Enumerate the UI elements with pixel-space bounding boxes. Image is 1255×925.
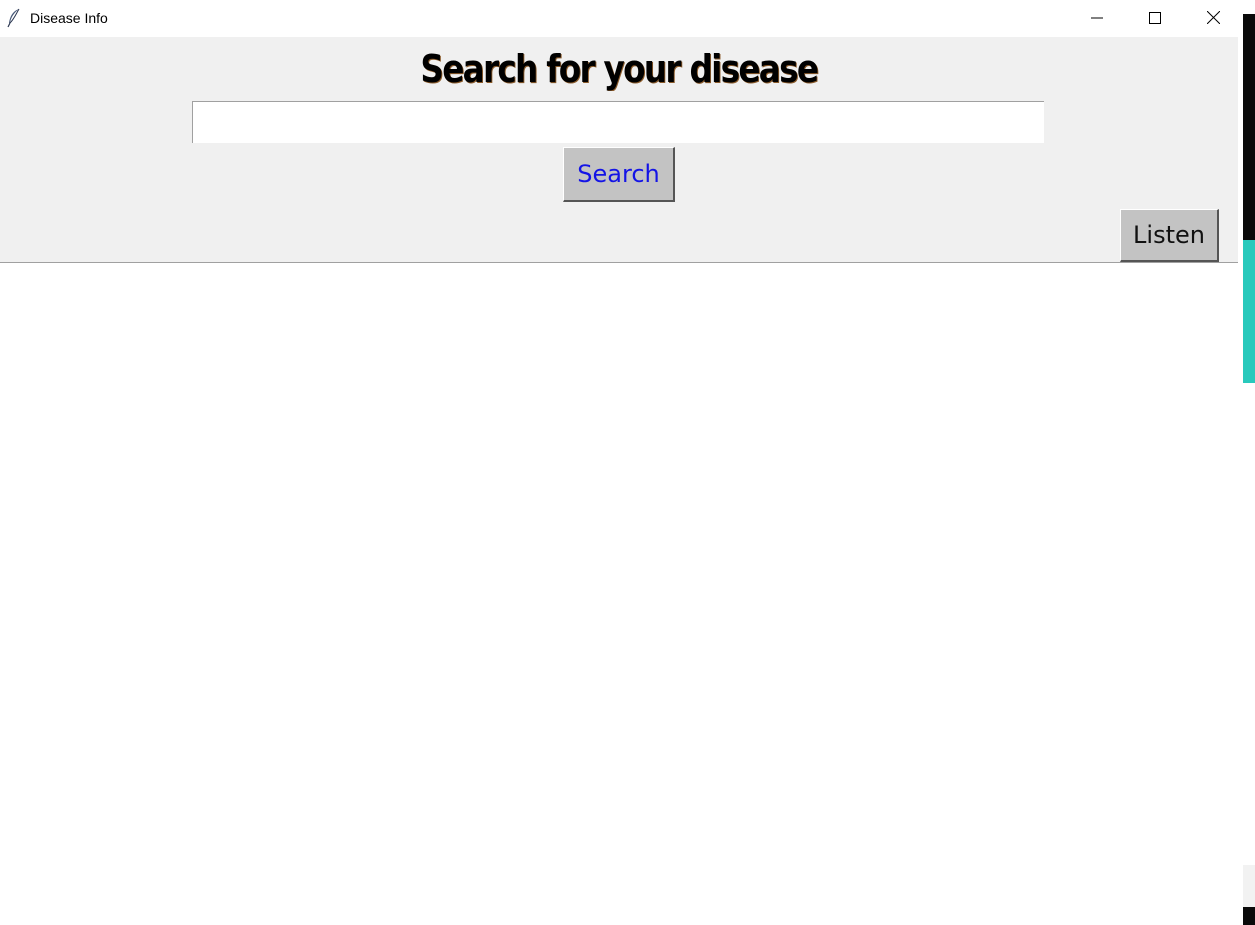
close-icon (1206, 9, 1220, 28)
feather-icon (6, 8, 22, 28)
search-button[interactable]: Search (563, 147, 675, 202)
title-bar[interactable]: Disease Info (0, 0, 1243, 37)
desktop-edge-dark (1243, 14, 1255, 240)
minimize-button[interactable] (1068, 0, 1126, 37)
page-title: Search for your disease (420, 47, 819, 91)
maximize-icon (1149, 9, 1161, 28)
desktop-edge-accent (1243, 240, 1255, 383)
desktop-edge-light (1243, 383, 1255, 865)
close-button[interactable] (1184, 0, 1242, 37)
window-title: Disease Info (30, 10, 108, 26)
results-area (0, 263, 1238, 925)
desktop-edge-grey (1243, 865, 1255, 907)
minimize-icon (1091, 9, 1103, 28)
listen-button[interactable]: Listen (1120, 209, 1219, 262)
search-panel: Search for your disease Search Listen (0, 37, 1238, 263)
maximize-button[interactable] (1126, 0, 1184, 37)
desktop-edge-dark-bottom (1243, 907, 1255, 925)
app-window: Disease Info Search for your disease Sea… (0, 0, 1243, 925)
search-input[interactable] (192, 101, 1044, 143)
